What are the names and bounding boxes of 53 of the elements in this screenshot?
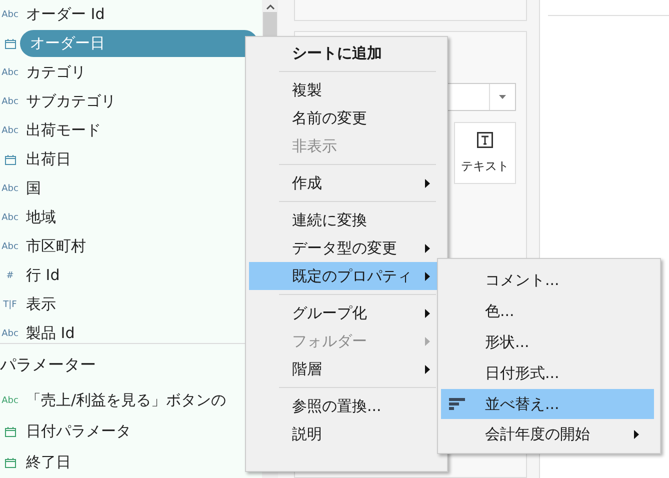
data-type-label: Abc [2,396,18,406]
submenu-arrow-icon [425,272,430,280]
data-type-label: Abc [2,68,18,78]
field-item[interactable]: 出荷日 [20,147,77,172]
menu-item[interactable]: 形状... [441,327,657,358]
submenu-arrow-icon [425,336,430,346]
menu-item[interactable]: コメント... [441,265,657,296]
field-item[interactable]: 「売上/利益を見る」ボタンの [20,388,232,413]
field-item[interactable]: オーダー Id [20,2,111,27]
field-item[interactable]: 国 [20,176,47,201]
field-item[interactable]: 出荷モード [20,118,107,143]
field-item[interactable]: 製品 Id [20,321,81,343]
submenu-arrow-icon [425,244,430,252]
field-item[interactable]: サブカテゴリ [20,89,122,114]
field-item[interactable]: 行 Id [20,263,66,288]
submenu-arrow-icon [425,178,430,188]
calendar-icon [4,426,16,436]
menu-item[interactable]: データ型の変更 [249,234,444,262]
data-type-label: # [6,270,14,280]
menu-item[interactable]: 複製 [249,76,444,104]
calendar-icon [4,154,16,164]
submenu-arrow-icon [425,364,430,374]
data-type-label: Abc [2,96,18,106]
menu-item[interactable]: 作成 [249,169,444,197]
sort-icon [449,398,465,410]
menu-item[interactable]: 名前の変更 [249,104,444,132]
menu-item[interactable]: 会計年度の開始 [441,419,657,450]
menu-item[interactable]: 連続に変換 [249,206,444,234]
menu-item[interactable]: 並べ替え... [441,389,654,419]
field-item[interactable]: 表示 [20,292,62,317]
field-item[interactable]: カテゴリ [20,60,92,85]
text-button[interactable]: テキスト [454,122,516,184]
text-icon [477,132,493,148]
calendar-icon [4,458,16,468]
field-item[interactable]: 市区町村 [20,234,92,259]
data-type-label: Abc [2,242,18,252]
data-type-label: Abc [2,126,18,136]
caret-icon [499,95,506,99]
submenu-arrow-icon [634,430,639,439]
data-type-label: Abc [2,328,18,338]
section-header: パラメーター [0,354,97,376]
data-type-label: T|F [3,300,17,310]
data-type-label: Abc [2,212,18,222]
field-item[interactable]: 地域 [20,205,62,230]
menu-item[interactable]: 色... [441,296,657,327]
field-item[interactable]: 日付パラメータ [20,419,137,444]
menu-item[interactable]: 日付形式... [441,358,657,389]
calendar-icon [4,38,16,48]
data-type-label: Abc [2,10,18,20]
field-item[interactable]: 終了日 [20,450,77,475]
data-type-label: Abc [2,184,18,194]
scroll-up-icon[interactable] [266,4,274,10]
submenu-arrow-icon [425,308,430,318]
